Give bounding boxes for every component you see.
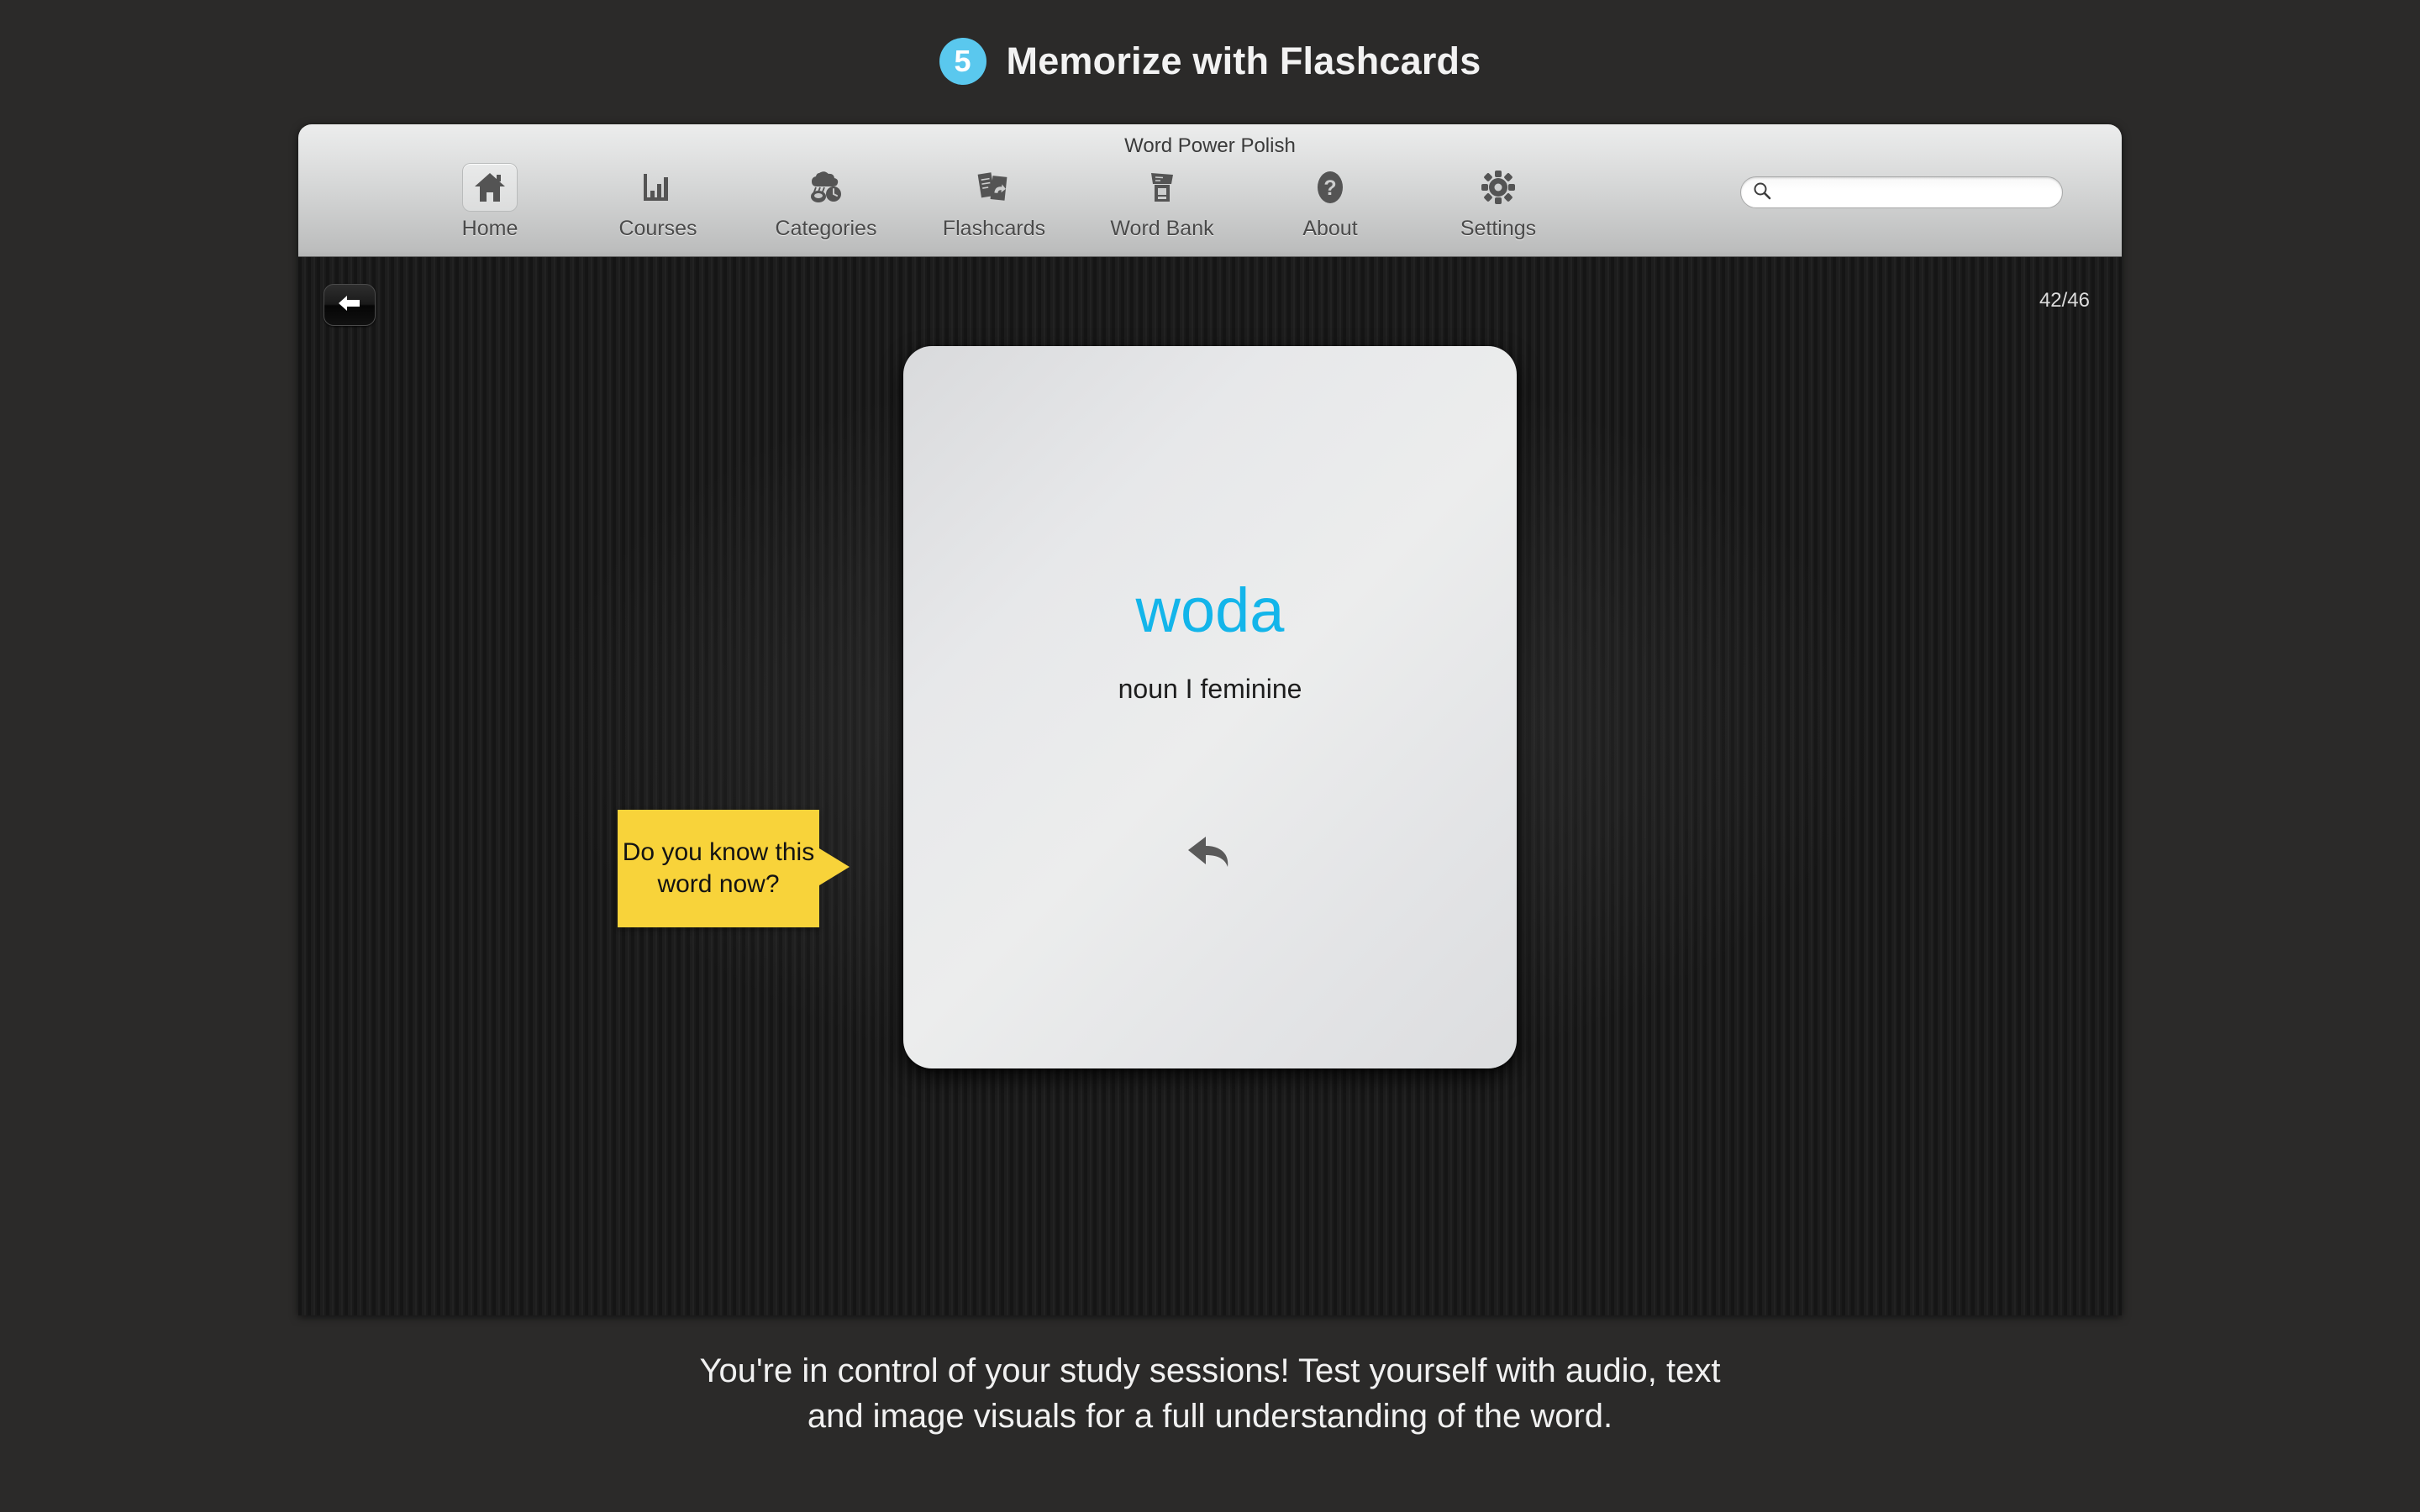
undo-arrow-icon	[1184, 832, 1236, 885]
callout-text: Do you know this word now?	[618, 837, 819, 900]
flashcard-part-of-speech: noun I feminine	[1118, 674, 1302, 704]
flashcard[interactable]: woda noun I feminine	[903, 346, 1517, 1068]
flashcard-word: woda	[1135, 575, 1285, 645]
callout-line-3: word now?	[657, 870, 780, 898]
search-field[interactable]	[1740, 176, 2063, 208]
window-title: Word Power Polish	[1124, 134, 1296, 157]
word-bank-icon	[1146, 170, 1178, 205]
callout-tail	[819, 848, 850, 885]
toolbar-item-home[interactable]: Home	[406, 163, 574, 241]
screenshot-root: 5 Memorize with Flashcards Word Power Po…	[0, 0, 2420, 1512]
caption-line-1: You're in control of your study sessions…	[699, 1352, 1721, 1389]
search-field-wrapper	[1740, 176, 2063, 208]
svg-text:?: ?	[1323, 176, 1336, 200]
toolbar-item-courses[interactable]: Courses	[574, 163, 742, 241]
callout-line-2: know this	[709, 838, 815, 867]
step-number-badge: 5	[939, 37, 986, 85]
app-window: Word Power Polish Home Courses Categorie…	[298, 124, 2122, 1315]
toolbar-label-flashcards: Flashcards	[942, 217, 1046, 240]
arrow-left-icon	[337, 292, 362, 318]
toolbar-label-categories: Categories	[775, 217, 877, 240]
app-toolbar: Word Power Polish Home Courses Categorie…	[298, 124, 2122, 257]
flashcards-icon	[976, 170, 1012, 205]
callout-line-1: Do you	[622, 838, 702, 867]
toolbar-item-categories[interactable]: Categories	[742, 163, 910, 241]
flashcard-stage: 42/46 woda noun I feminine Do you know t…	[298, 257, 2122, 1315]
categories-icon	[808, 171, 844, 204]
search-icon	[1753, 181, 1771, 204]
page-header: 5 Memorize with Flashcards	[0, 0, 2420, 122]
toolbar-item-flashcards[interactable]: Flashcards	[910, 163, 1078, 241]
toolbar-item-settings[interactable]: Settings	[1414, 163, 1582, 241]
bar-chart-icon	[642, 172, 674, 202]
page-title: Memorize with Flashcards	[1006, 39, 1481, 82]
toolbar-label-word-bank: Word Bank	[1110, 217, 1214, 240]
caption-line-2: and image visuals for a full understandi…	[807, 1398, 1613, 1435]
toolbar-label-courses: Courses	[618, 217, 697, 240]
search-input[interactable]	[1771, 182, 2023, 202]
back-button[interactable]	[324, 284, 376, 326]
flashcard-flip-button[interactable]	[903, 832, 1517, 885]
toolbar-item-about[interactable]: ? About	[1246, 163, 1414, 241]
gear-icon	[1481, 171, 1515, 204]
toolbar-item-word-bank[interactable]: Word Bank	[1078, 163, 1246, 241]
home-icon	[473, 171, 507, 203]
toolbar-label-settings: Settings	[1460, 217, 1537, 240]
card-counter: 42/46	[2039, 289, 2090, 312]
callout-bubble: Do you know this word now?	[618, 810, 850, 927]
toolbar-label-about: About	[1302, 217, 1358, 240]
toolbar-label-home: Home	[461, 217, 518, 240]
footer-caption: You're in control of your study sessions…	[0, 1348, 2420, 1439]
question-icon: ?	[1316, 170, 1344, 205]
